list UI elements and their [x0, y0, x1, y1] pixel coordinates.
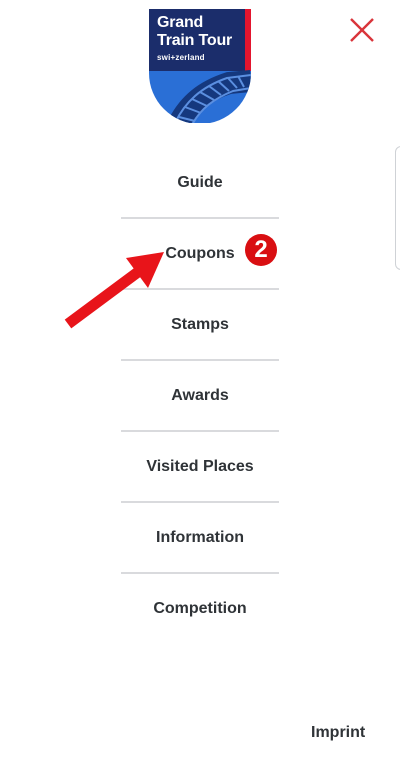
step-number-badge: 2: [245, 234, 277, 266]
imprint-link[interactable]: Imprint: [311, 724, 365, 742]
main-menu: Guide Coupons Stamps Awards Visited Plac…: [121, 148, 279, 643]
arrow-annotation-icon: [64, 252, 164, 329]
menu-item-visited-places[interactable]: Visited Places: [121, 432, 279, 503]
side-drawer-tab[interactable]: [395, 146, 400, 270]
grand-train-tour-logo[interactable]: Grand Train Tour swi+zerland: [149, 9, 251, 124]
close-button[interactable]: [346, 14, 378, 46]
logo-text: Grand Train Tour swi+zerland: [157, 14, 232, 62]
logo-subtitle: swi+zerland: [157, 53, 205, 62]
logo-title-line1: Grand: [157, 14, 204, 31]
menu-item-competition[interactable]: Competition: [121, 574, 279, 643]
menu-item-information[interactable]: Information: [121, 503, 279, 574]
logo-title-line2: Train Tour: [157, 32, 233, 49]
menu-item-guide[interactable]: Guide: [121, 148, 279, 219]
menu-item-awards[interactable]: Awards: [121, 361, 279, 432]
close-icon: [350, 18, 374, 42]
